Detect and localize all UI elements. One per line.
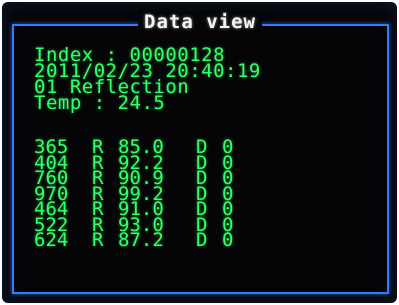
- data-view-title: Data view: [138, 11, 262, 33]
- readings-table: 365 R 85.0 D 0 404 R 92.2 D 0 760 R 90.9…: [34, 138, 334, 251]
- reading-row: 365 R 85.0 D 0: [34, 138, 334, 156]
- reading-row: 522 R 93.0 D 0: [34, 215, 334, 233]
- reading-row: 624 R 87.2 D 0: [34, 229, 334, 251]
- reading-row: 464 R 91.0 D 0: [34, 200, 334, 218]
- reflection-value: 87.2: [118, 229, 164, 251]
- record-info: Index : 00000128 2011/02/23 20:40:19 01 …: [34, 46, 374, 114]
- wavelength-value: 624: [34, 229, 69, 251]
- reading-row: 404 R 92.2 D 0: [34, 153, 334, 171]
- dark-value: 0: [222, 229, 234, 251]
- reflection-label: R: [92, 229, 104, 251]
- reading-row: 970 R 99.2 D 0: [34, 184, 334, 202]
- dark-label: D: [196, 229, 208, 251]
- reading-row: 760 R 90.9 D 0: [34, 169, 334, 187]
- lcd-screen: Data view Index : 00000128 2011/02/23 20…: [2, 2, 397, 303]
- temperature-line: Temp : 24.5: [34, 92, 166, 114]
